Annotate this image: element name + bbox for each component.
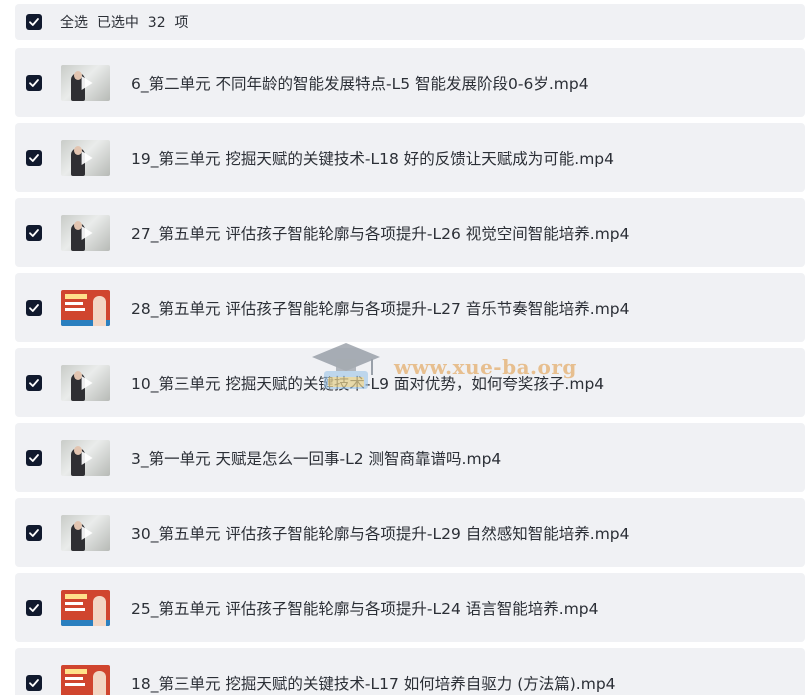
file-checkbox[interactable] bbox=[26, 74, 42, 91]
checkmark-icon bbox=[29, 78, 39, 87]
file-name[interactable]: 27_第五单元 评估孩子智能轮廓与各项提升-L26 视觉空间智能培养.mp4 bbox=[131, 222, 630, 244]
checkmark-icon bbox=[29, 528, 39, 537]
file-row[interactable]: 10_第三单元 挖掘天赋的关键技术-L9 面对优势，如何夸奖孩子.mp4 bbox=[15, 348, 805, 417]
file-name[interactable]: 10_第三单元 挖掘天赋的关键技术-L9 面对优势，如何夸奖孩子.mp4 bbox=[131, 372, 604, 394]
file-name[interactable]: 28_第五单元 评估孩子智能轮廓与各项提升-L27 音乐节奏智能培养.mp4 bbox=[131, 297, 630, 319]
file-row[interactable]: 3_第一单元 天赋是怎么一回事-L2 测智商靠谱吗.mp4 bbox=[15, 423, 805, 492]
file-checkbox[interactable] bbox=[26, 599, 42, 616]
play-icon bbox=[81, 450, 93, 465]
select-all-bar: 全选 已选中 32 项 bbox=[15, 4, 805, 40]
checkmark-icon bbox=[29, 678, 39, 687]
play-icon bbox=[81, 75, 93, 90]
file-row[interactable]: 28_第五单元 评估孩子智能轮廓与各项提升-L27 音乐节奏智能培养.mp4 bbox=[15, 273, 805, 342]
file-name[interactable]: 25_第五单元 评估孩子智能轮廓与各项提升-L24 语言智能培养.mp4 bbox=[131, 597, 599, 619]
video-thumbnail[interactable] bbox=[61, 139, 110, 176]
selection-count-label: 全选 已选中 32 项 bbox=[60, 15, 189, 31]
video-thumbnail[interactable] bbox=[61, 514, 110, 551]
play-icon bbox=[81, 525, 93, 540]
video-thumbnail[interactable] bbox=[61, 289, 110, 326]
video-thumbnail[interactable] bbox=[61, 214, 110, 251]
play-icon bbox=[81, 375, 93, 390]
checkmark-icon bbox=[29, 303, 39, 312]
play-icon bbox=[81, 225, 93, 240]
checkmark-icon bbox=[29, 228, 39, 237]
file-name[interactable]: 30_第五单元 评估孩子智能轮廓与各项提升-L29 自然感知智能培养.mp4 bbox=[131, 522, 630, 544]
file-checkbox[interactable] bbox=[26, 374, 42, 391]
checkmark-icon bbox=[29, 603, 39, 612]
file-row[interactable]: 30_第五单元 评估孩子智能轮廓与各项提升-L29 自然感知智能培养.mp4 bbox=[15, 498, 805, 567]
file-row[interactable]: 19_第三单元 挖掘天赋的关键技术-L18 好的反馈让天赋成为可能.mp4 bbox=[15, 123, 805, 192]
file-checkbox[interactable] bbox=[26, 224, 42, 241]
file-name[interactable]: 19_第三单元 挖掘天赋的关键技术-L18 好的反馈让天赋成为可能.mp4 bbox=[131, 147, 614, 169]
checkmark-icon bbox=[29, 18, 39, 26]
video-thumbnail[interactable] bbox=[61, 439, 110, 476]
video-thumbnail[interactable] bbox=[61, 364, 110, 401]
checkmark-icon bbox=[29, 453, 39, 462]
play-icon bbox=[81, 150, 93, 165]
file-name[interactable]: 18_第三单元 挖掘天赋的关键技术-L17 如何培养自驱力 (方法篇).mp4 bbox=[131, 672, 616, 694]
checkmark-icon bbox=[29, 378, 39, 387]
video-thumbnail[interactable] bbox=[61, 64, 110, 101]
file-checkbox[interactable] bbox=[26, 449, 42, 466]
file-checkbox[interactable] bbox=[26, 674, 42, 691]
checkmark-icon bbox=[29, 153, 39, 162]
file-row[interactable]: 6_第二单元 不同年龄的智能发展特点-L5 智能发展阶段0-6岁.mp4 bbox=[15, 48, 805, 117]
file-row[interactable]: 27_第五单元 评估孩子智能轮廓与各项提升-L26 视觉空间智能培养.mp4 bbox=[15, 198, 805, 267]
select-all-checkbox[interactable] bbox=[26, 14, 42, 30]
file-list: 6_第二单元 不同年龄的智能发展特点-L5 智能发展阶段0-6岁.mp4 19_… bbox=[15, 48, 805, 695]
file-name[interactable]: 6_第二单元 不同年龄的智能发展特点-L5 智能发展阶段0-6岁.mp4 bbox=[131, 72, 589, 94]
file-checkbox[interactable] bbox=[26, 299, 42, 316]
file-row[interactable]: 18_第三单元 挖掘天赋的关键技术-L17 如何培养自驱力 (方法篇).mp4 bbox=[15, 648, 805, 695]
file-name[interactable]: 3_第一单元 天赋是怎么一回事-L2 测智商靠谱吗.mp4 bbox=[131, 447, 501, 469]
video-thumbnail[interactable] bbox=[61, 589, 110, 626]
file-checkbox[interactable] bbox=[26, 524, 42, 541]
video-thumbnail[interactable] bbox=[61, 664, 110, 695]
file-checkbox[interactable] bbox=[26, 149, 42, 166]
file-row[interactable]: 25_第五单元 评估孩子智能轮廓与各项提升-L24 语言智能培养.mp4 bbox=[15, 573, 805, 642]
